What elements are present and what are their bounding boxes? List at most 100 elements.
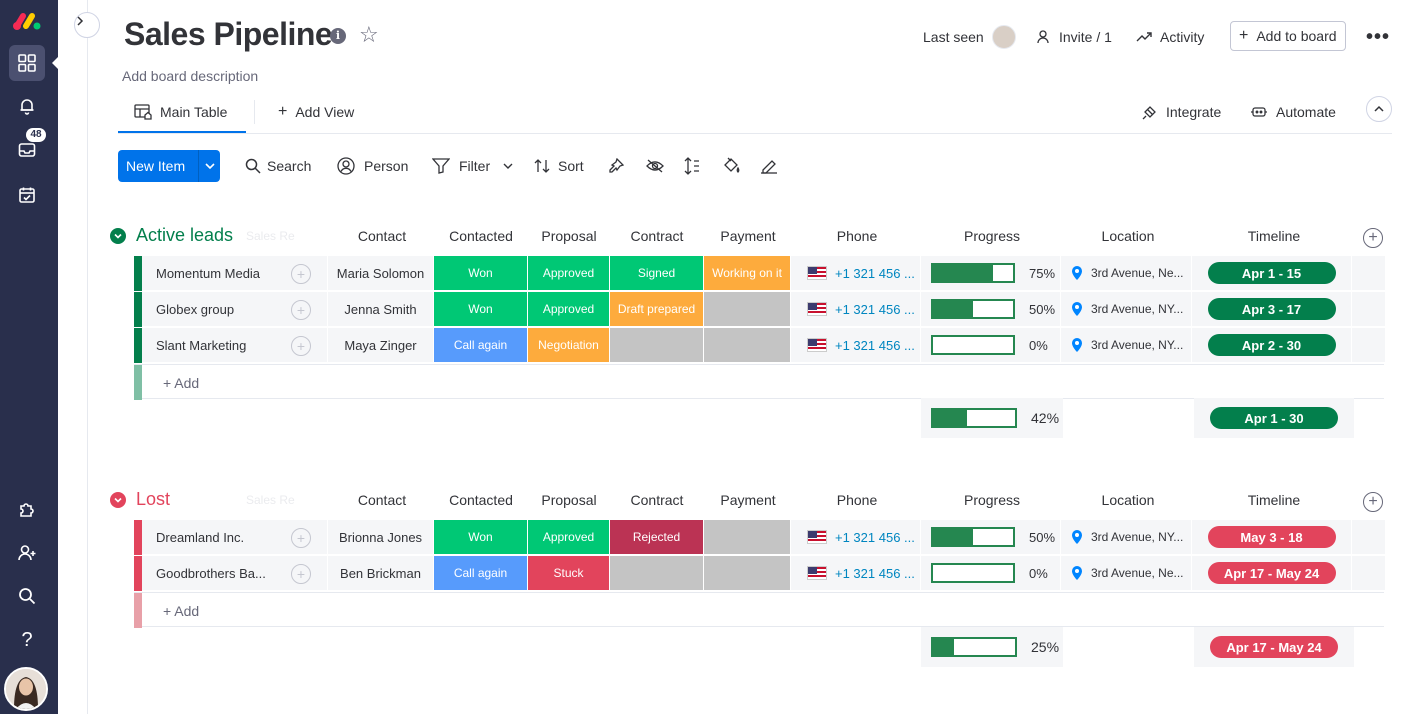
contacted-status-cell[interactable]: Call again bbox=[434, 328, 528, 363]
row-height-button[interactable] bbox=[684, 150, 706, 182]
column-header-proposal[interactable]: Proposal bbox=[528, 492, 610, 512]
contact-cell[interactable]: Ben Brickman bbox=[328, 556, 434, 591]
column-header-location[interactable]: Location bbox=[1062, 492, 1194, 512]
add-update-icon[interactable]: + bbox=[291, 336, 311, 356]
timeline-cell[interactable]: Apr 1 - 15 bbox=[1192, 256, 1352, 291]
group-collapse-chevron-icon[interactable] bbox=[110, 491, 126, 508]
invite-button[interactable]: Invite / 1 bbox=[1036, 22, 1112, 52]
group-title-lost[interactable]: Lost bbox=[110, 489, 170, 510]
integrate-button[interactable]: Integrate bbox=[1142, 92, 1221, 132]
invite-members-icon[interactable] bbox=[9, 535, 45, 571]
activity-button[interactable]: Activity bbox=[1136, 22, 1204, 52]
proposal-status-cell[interactable]: Approved bbox=[528, 292, 610, 327]
add-update-icon[interactable]: + bbox=[291, 300, 311, 320]
contact-cell[interactable]: Maya Zinger bbox=[328, 328, 434, 363]
payment-status-cell[interactable]: Working on it bbox=[704, 256, 791, 291]
add-item-row[interactable]: + Add bbox=[134, 364, 1384, 400]
add-update-icon[interactable]: + bbox=[291, 564, 311, 584]
board-description[interactable]: Add board description bbox=[122, 68, 258, 84]
item-name-cell[interactable]: Slant Marketing + bbox=[142, 328, 328, 363]
last-seen-button[interactable]: Last seen bbox=[923, 22, 1016, 52]
proposal-status-cell[interactable]: Approved bbox=[528, 520, 610, 555]
contract-status-cell[interactable]: Signed bbox=[610, 256, 704, 291]
contacted-status-cell[interactable]: Won bbox=[434, 520, 528, 555]
column-header-timeline[interactable]: Timeline bbox=[1194, 228, 1354, 248]
payment-status-cell[interactable] bbox=[704, 328, 791, 363]
timeline-cell[interactable]: May 3 - 18 bbox=[1192, 520, 1352, 555]
phone-cell[interactable]: +1 321 456 ... bbox=[791, 556, 921, 591]
add-update-icon[interactable]: + bbox=[291, 528, 311, 548]
contacted-status-cell[interactable]: Call again bbox=[434, 556, 528, 591]
column-header-contacted[interactable]: Contacted bbox=[434, 228, 528, 248]
contract-status-cell[interactable]: Draft prepared bbox=[610, 292, 704, 327]
table-row[interactable]: Slant Marketing + Maya Zinger Call again Neg… bbox=[134, 328, 1392, 363]
column-header-proposal[interactable]: Proposal bbox=[528, 228, 610, 248]
more-options-icon[interactable]: ••• bbox=[1366, 22, 1390, 52]
board-title[interactable]: Sales Pipeline bbox=[124, 16, 333, 53]
column-header-progress[interactable]: Progress bbox=[922, 492, 1062, 512]
location-cell[interactable]: 3rd Avenue, NY... bbox=[1061, 292, 1192, 327]
group-collapse-chevron-icon[interactable] bbox=[110, 227, 126, 244]
payment-status-cell[interactable] bbox=[704, 556, 791, 591]
new-item-button[interactable]: New Item bbox=[118, 150, 220, 182]
column-header-contract[interactable]: Contract bbox=[610, 492, 704, 512]
item-name-cell[interactable]: Momentum Media + bbox=[142, 256, 328, 291]
column-header-contract[interactable]: Contract bbox=[610, 228, 704, 248]
contact-cell[interactable]: Jenna Smith bbox=[328, 292, 434, 327]
add-column-plus-icon[interactable]: + bbox=[1363, 492, 1383, 512]
timeline-cell[interactable]: Apr 2 - 30 bbox=[1192, 328, 1352, 363]
info-icon[interactable]: i bbox=[330, 28, 346, 44]
column-header-phone[interactable]: Phone bbox=[792, 228, 922, 248]
location-cell[interactable]: 3rd Avenue, Ne... bbox=[1061, 256, 1192, 291]
add-item-row[interactable]: + Add bbox=[134, 592, 1384, 628]
proposal-status-cell[interactable]: Negotiation bbox=[528, 328, 610, 363]
contract-status-cell[interactable] bbox=[610, 556, 704, 591]
monday-logo-icon[interactable] bbox=[9, 4, 45, 40]
contract-status-cell[interactable] bbox=[610, 328, 704, 363]
expand-panel-button[interactable] bbox=[74, 12, 100, 38]
filter-chevron-down-icon[interactable] bbox=[503, 161, 513, 171]
group-title-active-leads[interactable]: Active leads bbox=[110, 225, 233, 246]
column-header-location[interactable]: Location bbox=[1062, 228, 1194, 248]
pin-button[interactable] bbox=[608, 150, 630, 182]
contacted-status-cell[interactable]: Won bbox=[434, 292, 528, 327]
add-to-board-button[interactable]: + Add to board bbox=[1230, 21, 1346, 51]
color-button[interactable] bbox=[722, 150, 746, 182]
phone-cell[interactable]: +1 321 456 ... bbox=[791, 520, 921, 555]
contact-cell[interactable]: Brionna Jones bbox=[328, 520, 434, 555]
hide-columns-button[interactable] bbox=[646, 150, 670, 182]
search-button[interactable]: Search bbox=[245, 150, 311, 182]
column-header-payment[interactable]: Payment bbox=[704, 492, 792, 512]
location-cell[interactable]: 3rd Avenue, NY... bbox=[1061, 520, 1192, 555]
table-row[interactable]: Globex group + Jenna Smith Won Approved Draft… bbox=[134, 292, 1392, 327]
contacted-status-cell[interactable]: Won bbox=[434, 256, 528, 291]
column-header-timeline[interactable]: Timeline bbox=[1194, 492, 1354, 512]
favorite-star-icon[interactable]: ☆ bbox=[359, 22, 379, 48]
contract-status-cell[interactable]: Rejected bbox=[610, 520, 704, 555]
collapse-header-button[interactable] bbox=[1366, 96, 1392, 122]
item-name-cell[interactable]: Goodbrothers Ba... + bbox=[142, 556, 328, 591]
phone-cell[interactable]: +1 321 456 ... bbox=[791, 256, 921, 291]
add-update-icon[interactable]: + bbox=[291, 264, 311, 284]
proposal-status-cell[interactable]: Approved bbox=[528, 256, 610, 291]
help-question-icon[interactable]: ? bbox=[9, 622, 45, 658]
workspace-grid-icon[interactable] bbox=[9, 45, 45, 81]
add-column-plus-icon[interactable]: + bbox=[1363, 228, 1383, 248]
item-name-cell[interactable]: Globex group + bbox=[142, 292, 328, 327]
proposal-status-cell[interactable]: Stuck bbox=[528, 556, 610, 591]
timeline-cell[interactable]: Apr 17 - May 24 bbox=[1192, 556, 1352, 591]
column-header-progress[interactable]: Progress bbox=[922, 228, 1062, 248]
location-cell[interactable]: 3rd Avenue, Ne... bbox=[1061, 556, 1192, 591]
column-header-phone[interactable]: Phone bbox=[792, 492, 922, 512]
search-icon[interactable] bbox=[9, 578, 45, 614]
contact-cell[interactable]: Maria Solomon bbox=[328, 256, 434, 291]
table-row[interactable]: Goodbrothers Ba... + Ben Brickman Call agai… bbox=[134, 556, 1392, 591]
user-avatar[interactable] bbox=[4, 667, 48, 711]
payment-status-cell[interactable] bbox=[704, 292, 791, 327]
filter-button[interactable]: Filter bbox=[432, 150, 519, 182]
automate-button[interactable]: Automate bbox=[1250, 92, 1336, 132]
edit-format-button[interactable] bbox=[760, 150, 784, 182]
timeline-cell[interactable]: Apr 3 - 17 bbox=[1192, 292, 1352, 327]
phone-cell[interactable]: +1 321 456 ... bbox=[791, 328, 921, 363]
column-header-contact[interactable]: Contact bbox=[330, 228, 434, 248]
